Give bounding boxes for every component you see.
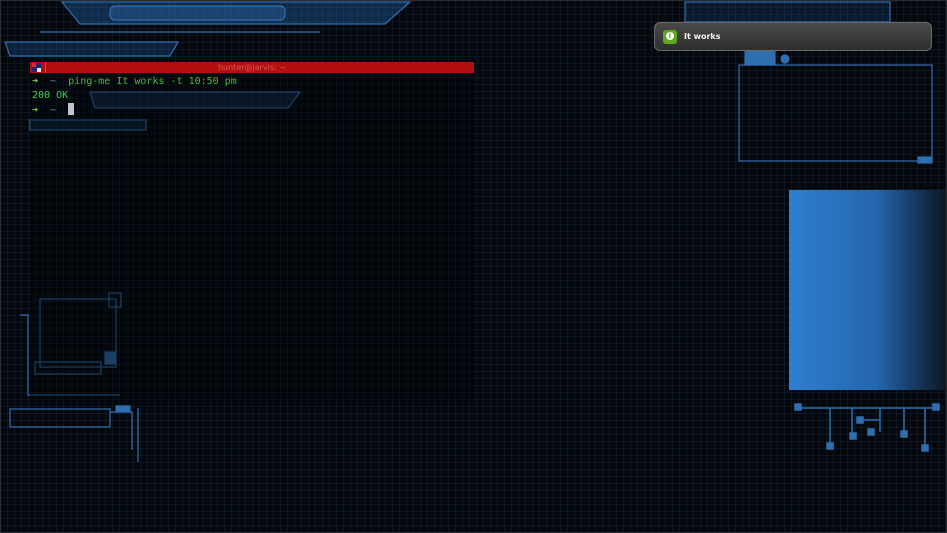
info-icon: i xyxy=(663,30,677,44)
terminal-command-text: ping-me It works -t 10:50 pm xyxy=(68,76,237,87)
terminal-output[interactable]: ➜ ~ ping-me It works -t 10:50 pm 200 OK … xyxy=(32,75,237,117)
prompt-directory: ~ xyxy=(50,105,57,116)
prompt-arrow-icon: ➜ xyxy=(32,76,39,87)
terminal-line-command: ➜ ~ ping-me It works -t 10:50 pm xyxy=(32,75,237,89)
hud-blue-panel xyxy=(789,190,947,390)
notification-message: It works xyxy=(684,32,721,41)
hud-circuit-bottom-right xyxy=(794,403,940,452)
terminal-line-prompt[interactable]: ➜ ~ xyxy=(32,103,237,117)
prompt-directory: ~ xyxy=(50,76,57,87)
notification-bubble[interactable]: i It works xyxy=(654,22,932,51)
prompt-arrow-icon: ➜ xyxy=(32,105,39,116)
terminal-title: hunter@jarvis: ~ xyxy=(217,63,287,72)
terminal-cursor[interactable] xyxy=(68,103,75,115)
terminal-window[interactable]: hunter@jarvis: ~ ➜ ~ ping-me It works -t… xyxy=(30,62,474,402)
terminal-output-text: 200 OK xyxy=(32,90,69,101)
terminal-titlebar[interactable]: hunter@jarvis: ~ xyxy=(30,62,474,73)
terminal-line-output: 200 OK xyxy=(32,89,237,103)
